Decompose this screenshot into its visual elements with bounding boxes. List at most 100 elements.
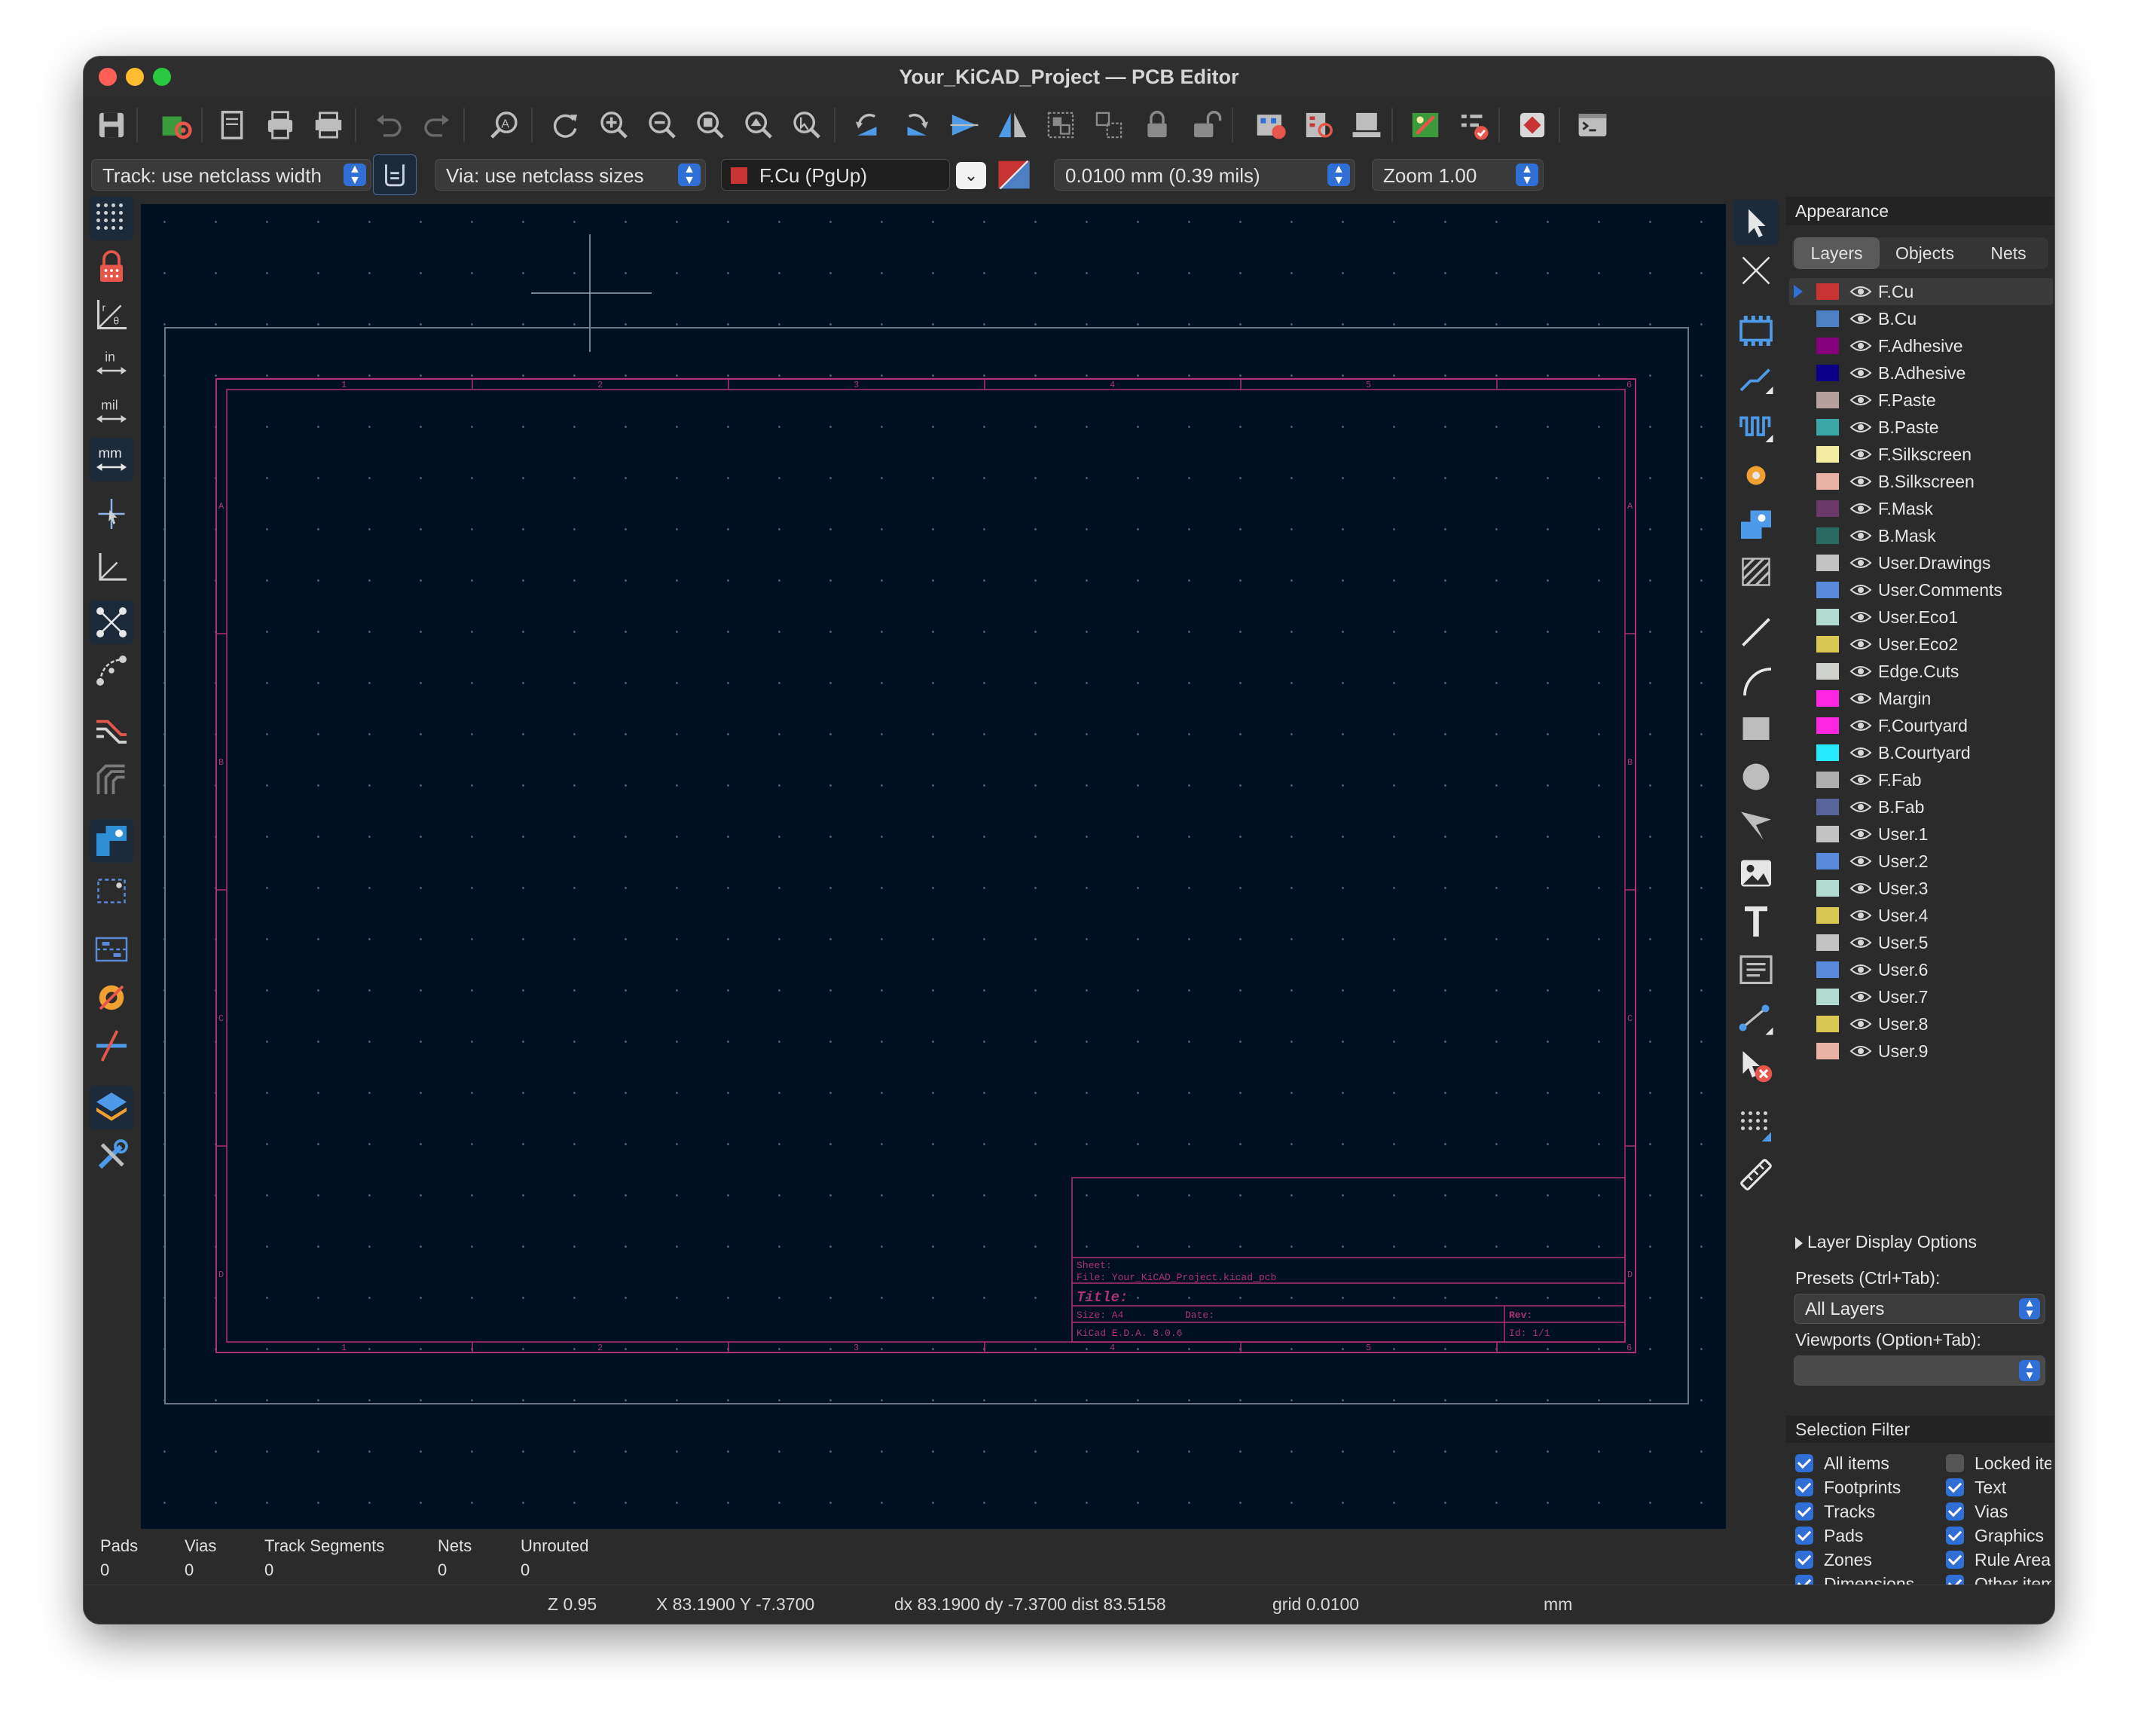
layer-color-swatch[interactable] [1816,500,1839,517]
layer-color-swatch[interactable] [1816,772,1839,788]
eye-icon[interactable] [1849,338,1872,353]
layer-color-swatch[interactable] [1816,609,1839,625]
zoom-objects-icon[interactable] [738,105,778,145]
eye-icon[interactable] [1849,420,1872,435]
measure-icon[interactable] [1733,1152,1779,1197]
drc-icon[interactable] [1453,105,1494,145]
layer-color-swatch[interactable] [1816,310,1839,327]
grid-origin-icon[interactable] [1733,1104,1779,1149]
eye-icon[interactable] [1849,691,1872,706]
layer-color-swatch[interactable] [1816,527,1839,544]
layer-row[interactable]: Edge.Cuts [1789,658,2053,685]
mils-icon[interactable]: mil [90,390,133,433]
eye-icon[interactable] [1849,311,1872,326]
selection-filter-checkbox[interactable]: Graphics [1946,1524,2051,1547]
ratsnest-icon[interactable] [90,601,133,644]
layer-row[interactable]: User.Comments [1789,576,2053,604]
draw-circle-icon[interactable] [1733,754,1779,799]
layer-row[interactable]: User.9 [1789,1038,2053,1065]
draw-polygon-icon[interactable] [1733,802,1779,848]
layer-row[interactable]: User.1 [1789,821,2053,848]
board-setup-icon[interactable] [156,105,197,145]
tab-objects[interactable]: Objects [1883,237,1967,269]
layer-row[interactable]: User.6 [1789,956,2053,983]
layer-color-swatch[interactable] [1816,744,1839,761]
print-icon[interactable] [260,105,301,145]
selection-filter-checkbox[interactable]: Locked items [1946,1452,2051,1475]
add-via-icon[interactable] [1733,453,1779,498]
footprint-editor-icon[interactable] [1298,105,1339,145]
layer-color-swatch[interactable] [1816,1043,1839,1059]
track-display-icon[interactable] [90,757,133,801]
layer-row[interactable]: Margin [1789,685,2053,712]
layers-manager-icon[interactable] [90,1086,133,1129]
eye-icon[interactable] [1849,772,1872,787]
add-textbox-icon[interactable] [1733,947,1779,992]
viewports-select[interactable]: ▲ ▼ [1794,1355,2045,1386]
eye-icon[interactable] [1849,799,1872,815]
redo-icon[interactable] [417,105,457,145]
layer-color-swatch[interactable] [1816,663,1839,680]
layer-display-options[interactable]: Layer Display Options [1795,1232,1977,1252]
layer-row[interactable]: F.Mask [1789,495,2053,522]
layer-row[interactable]: B.Adhesive [1789,359,2053,387]
eye-icon[interactable] [1849,393,1872,408]
eye-icon[interactable] [1849,447,1872,462]
layer-row[interactable]: User.Eco2 [1789,631,2053,658]
draw-arc-icon[interactable] [1733,658,1779,703]
eye-icon[interactable] [1849,962,1872,977]
eye-icon[interactable] [1849,745,1872,760]
layer-color-swatch[interactable] [1816,961,1839,978]
via-size-select[interactable]: Via: use netclass sizes ▲ ▼ [435,159,706,191]
eye-icon[interactable] [1849,718,1872,733]
millimeters-icon[interactable]: mm [90,438,133,481]
zoom-out-icon[interactable] [641,105,682,145]
layer-row[interactable]: User.Eco1 [1789,604,2053,631]
net-highlight-icon[interactable] [90,709,133,753]
layer-color-swatch[interactable] [1816,717,1839,734]
eye-icon[interactable] [1849,582,1872,598]
zoom-fit-icon[interactable] [689,105,730,145]
zone-display-icon[interactable] [90,819,133,863]
select-icon[interactable] [1733,200,1779,245]
layer-color-swatch[interactable] [1816,853,1839,870]
layer-color-swatch[interactable] [1816,636,1839,653]
layer-color-swatch[interactable] [1816,473,1839,490]
eye-icon[interactable] [1849,854,1872,869]
pcb-canvas[interactable]: 1 2 3 4 5 6 1 2 3 4 5 6 A B C D A B C D [141,204,1726,1529]
rotate-cw-icon[interactable] [896,105,936,145]
layer-row[interactable]: User.4 [1789,902,2053,929]
footprint-browser-icon[interactable] [1346,105,1387,145]
auto-track-width-button[interactable] [373,154,417,195]
delete-tool-icon[interactable] [1733,1044,1779,1089]
layer-row[interactable]: User.5 [1789,929,2053,956]
ungroup-icon[interactable] [1089,105,1129,145]
layer-row[interactable]: User.8 [1789,1010,2053,1038]
layer-color-swatch[interactable] [1816,392,1839,408]
properties-icon[interactable] [90,1134,133,1178]
redraw-icon[interactable] [545,105,585,145]
layer-row[interactable]: F.Fab [1789,766,2053,793]
selection-filter-checkbox[interactable]: Vias [1946,1500,2051,1523]
layer-color-swatch[interactable] [1816,419,1839,436]
add-rule-area-icon[interactable] [1733,549,1779,594]
eye-icon[interactable] [1849,528,1872,543]
eye-icon[interactable] [1849,989,1872,1004]
layer-row[interactable]: User.3 [1789,875,2053,902]
track-width-select[interactable]: Track: use netclass width ▲ ▼ [91,159,371,191]
layer-row[interactable]: User.Drawings [1789,549,2053,576]
page-settings-icon[interactable] [212,105,252,145]
zone-outline-icon[interactable] [90,867,133,911]
local-ratsnest-icon[interactable] [1733,248,1779,293]
inches-icon[interactable]: in [90,341,133,385]
save-icon[interactable] [91,105,132,145]
selection-filter-checkbox[interactable]: Rule Areas [1946,1548,2051,1571]
selection-filter-checkbox[interactable]: Footprints [1795,1476,1943,1499]
eye-icon[interactable] [1849,1044,1872,1059]
layer-row[interactable]: B.Cu [1789,305,2053,332]
eye-icon[interactable] [1849,637,1872,652]
selection-filter-checkbox[interactable]: Zones [1795,1548,1943,1571]
draw-rectangle-icon[interactable] [1733,706,1779,751]
lock-grid-icon[interactable] [90,245,133,289]
layer-color-swatch[interactable] [1816,826,1839,842]
